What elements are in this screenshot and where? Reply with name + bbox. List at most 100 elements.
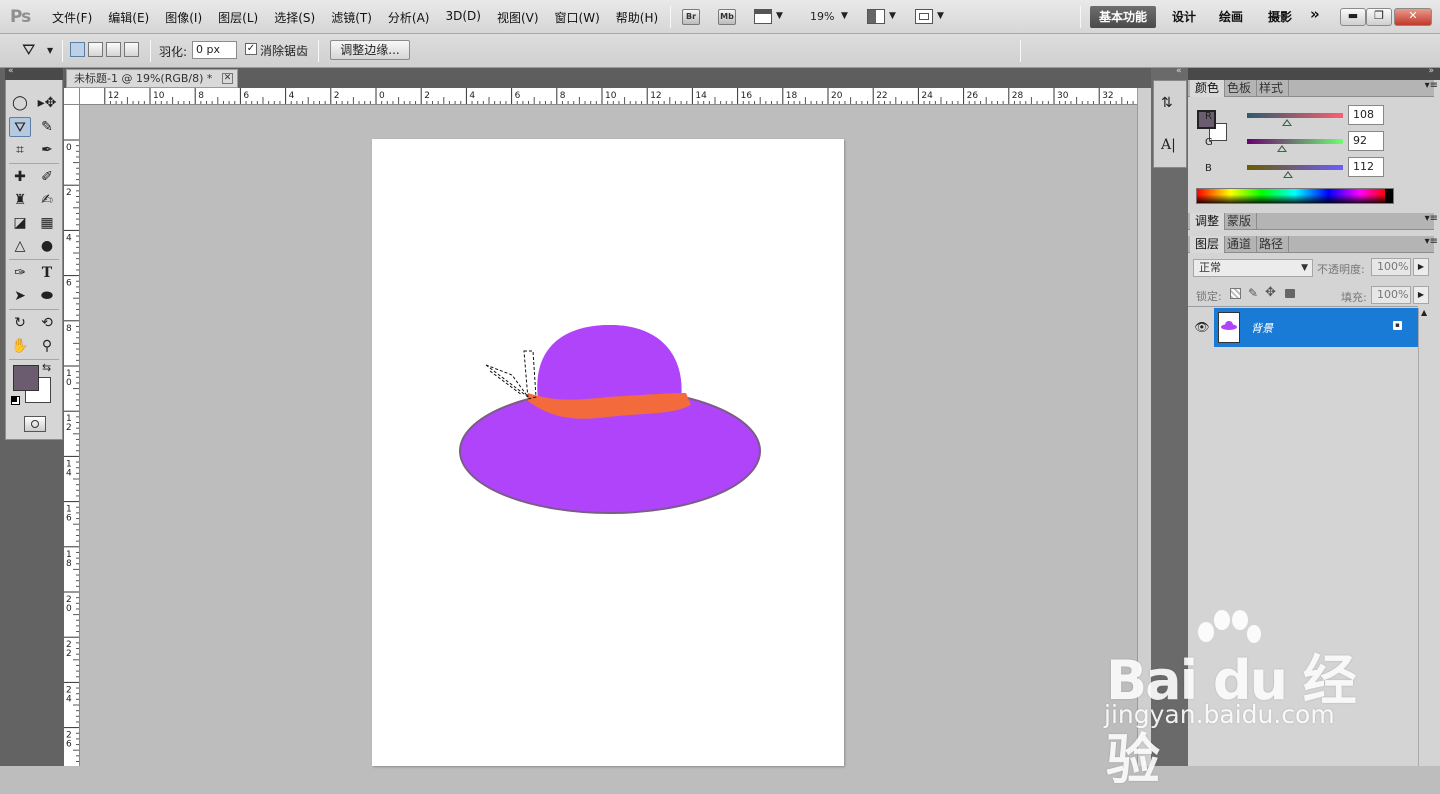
lock-transparency-icon[interactable] bbox=[1230, 288, 1241, 299]
opacity-input[interactable]: 100% bbox=[1371, 258, 1411, 276]
quick-mask-icon[interactable] bbox=[24, 416, 46, 432]
brush-tool-icon[interactable]: ✐ bbox=[36, 167, 58, 187]
polygonal-lasso-icon[interactable]: ⛛ bbox=[22, 40, 35, 60]
feather-input[interactable]: 0 px bbox=[192, 41, 237, 59]
horizontal-ruler[interactable]: 12 10 8 6 4 2 0 2 4 6 8 10 12 14 16 18 20 22 24 26 28 30 32 bbox=[80, 88, 1137, 105]
panels-header[interactable]: » bbox=[1188, 66, 1440, 80]
red-slider[interactable] bbox=[1247, 113, 1343, 118]
tab-channels[interactable]: 通道 bbox=[1222, 236, 1258, 253]
vertical-ruler[interactable]: 02468101214161820222426 bbox=[64, 105, 80, 766]
minimize-icon[interactable]: ▬ bbox=[1340, 8, 1366, 26]
close-icon[interactable]: ✕ bbox=[1394, 8, 1432, 26]
layer-row-background[interactable] bbox=[1214, 308, 1418, 347]
chevron-down-icon[interactable]: ▼ bbox=[47, 46, 53, 55]
antialias-checkbox[interactable]: ✓ bbox=[245, 43, 257, 55]
hand-tool-icon[interactable]: ✋ bbox=[9, 336, 31, 356]
blue-slider[interactable] bbox=[1247, 165, 1343, 170]
collapse-icon[interactable]: « bbox=[8, 66, 14, 76]
history-brush-icon[interactable]: ✍ bbox=[36, 190, 58, 210]
marquee-tool-icon[interactable]: ◯ bbox=[9, 93, 31, 113]
workspace-photography[interactable]: 摄影 bbox=[1268, 8, 1292, 25]
path-select-icon[interactable]: ➤ bbox=[9, 286, 31, 306]
lasso-tool-icon[interactable]: ⛛ bbox=[9, 117, 31, 137]
zoom-level[interactable]: 19% bbox=[810, 10, 834, 23]
arrange-documents-icon[interactable] bbox=[867, 9, 885, 24]
tab-adjustments[interactable]: 调整 bbox=[1190, 213, 1226, 230]
ellipse-shape-icon[interactable]: ⬬ bbox=[36, 286, 58, 306]
panel-menu-icon[interactable]: ▾≡ bbox=[1425, 213, 1438, 224]
collapse-icon[interactable]: « bbox=[1176, 66, 1182, 76]
ruler-origin[interactable] bbox=[64, 88, 80, 105]
crop-tool-icon[interactable]: ⌗ bbox=[9, 140, 31, 160]
blend-mode-select[interactable]: 正常 ▼ bbox=[1193, 259, 1313, 277]
chevron-down-icon[interactable]: ▼ bbox=[889, 11, 896, 21]
subtract-selection-icon[interactable] bbox=[106, 42, 121, 57]
move-tool-icon[interactable]: ▸✥ bbox=[36, 93, 58, 113]
menu-file[interactable]: 文件(F) bbox=[52, 9, 92, 26]
restore-icon[interactable]: ❐ bbox=[1366, 8, 1392, 26]
chevron-down-icon[interactable]: ▼ bbox=[841, 11, 848, 21]
scroll-up-icon[interactable]: ▲ bbox=[1421, 308, 1427, 317]
fill-input[interactable]: 100% bbox=[1371, 286, 1411, 304]
green-slider-thumb[interactable] bbox=[1277, 145, 1287, 152]
lock-position-icon[interactable]: ✥ bbox=[1265, 285, 1276, 300]
toolbox-header[interactable]: « bbox=[5, 66, 63, 80]
tab-swatches[interactable]: 色板 bbox=[1222, 80, 1258, 97]
menu-help[interactable]: 帮助(H) bbox=[616, 9, 658, 26]
more-workspaces-icon[interactable]: » bbox=[1310, 5, 1320, 23]
history-panel-icon[interactable]: ⇅ bbox=[1161, 95, 1173, 111]
tab-color[interactable]: 颜色 bbox=[1190, 80, 1226, 97]
red-value-input[interactable]: 108 bbox=[1348, 105, 1384, 125]
pen-tool-icon[interactable]: ✑ bbox=[9, 263, 31, 283]
menu-analysis[interactable]: 分析(A) bbox=[388, 9, 430, 26]
menu-image[interactable]: 图像(I) bbox=[165, 9, 202, 26]
panel-menu-icon[interactable]: ▾≡ bbox=[1425, 236, 1438, 247]
menu-edit[interactable]: 编辑(E) bbox=[108, 9, 149, 26]
add-selection-icon[interactable] bbox=[88, 42, 103, 57]
mini-bridge-button[interactable]: Mb bbox=[718, 9, 736, 25]
lock-pixels-icon[interactable]: ✎ bbox=[1248, 286, 1258, 300]
layer-name[interactable]: 背景 bbox=[1251, 320, 1273, 336]
3d-orbit-icon[interactable]: ⟲ bbox=[36, 313, 58, 333]
menu-select[interactable]: 选择(S) bbox=[274, 9, 315, 26]
menu-view[interactable]: 视图(V) bbox=[497, 9, 539, 26]
tab-paths[interactable]: 路径 bbox=[1254, 236, 1290, 253]
bridge-button[interactable]: Br bbox=[682, 9, 700, 25]
intersect-selection-icon[interactable] bbox=[124, 42, 139, 57]
opacity-arrow-icon[interactable]: ▶ bbox=[1413, 258, 1429, 276]
menu-3d[interactable]: 3D(D) bbox=[445, 9, 480, 26]
refine-edge-button[interactable]: 调整边缘... bbox=[330, 40, 410, 60]
3d-rotate-icon[interactable]: ↻ bbox=[9, 313, 31, 333]
green-slider[interactable] bbox=[1247, 139, 1343, 144]
workspace-essentials[interactable]: 基本功能 bbox=[1090, 6, 1156, 28]
fill-arrow-icon[interactable]: ▶ bbox=[1413, 286, 1429, 304]
tab-masks[interactable]: 蒙版 bbox=[1222, 213, 1258, 230]
type-tool-icon[interactable]: T bbox=[36, 263, 58, 283]
red-slider-thumb[interactable] bbox=[1282, 119, 1292, 126]
healing-brush-icon[interactable]: ✚ bbox=[9, 167, 31, 187]
blue-slider-thumb[interactable] bbox=[1283, 171, 1293, 178]
workspace-painting[interactable]: 绘画 bbox=[1219, 8, 1243, 25]
close-icon[interactable]: ✕ bbox=[222, 73, 233, 84]
quick-select-tool-icon[interactable]: ✎ bbox=[36, 117, 58, 137]
document-canvas[interactable] bbox=[372, 139, 844, 766]
workspace-design[interactable]: 设计 bbox=[1172, 8, 1196, 25]
gradient-tool-icon[interactable]: ▦ bbox=[36, 213, 58, 233]
zoom-tool-icon[interactable]: ⚲ bbox=[36, 336, 58, 356]
layer-visibility-eye-icon[interactable]: 👁 bbox=[1191, 308, 1213, 347]
character-panel-icon[interactable]: A| bbox=[1161, 137, 1176, 153]
panel-menu-icon[interactable]: ▾≡ bbox=[1425, 80, 1438, 91]
document-tab[interactable]: 未标题-1 @ 19%(RGB/8) * ✕ bbox=[66, 69, 238, 88]
layers-scrollbar[interactable]: ▲ bbox=[1418, 308, 1432, 766]
screen-mode-icon[interactable] bbox=[915, 9, 933, 24]
expand-icon[interactable]: » bbox=[1428, 66, 1434, 76]
default-colors-icon[interactable] bbox=[11, 396, 20, 405]
tab-styles[interactable]: 样式 bbox=[1254, 80, 1290, 97]
view-extras-icon[interactable] bbox=[754, 9, 772, 24]
color-spectrum-bar[interactable] bbox=[1196, 188, 1394, 204]
tab-layers[interactable]: 图层 bbox=[1190, 236, 1226, 253]
green-value-input[interactable]: 92 bbox=[1348, 131, 1384, 151]
swap-colors-icon[interactable]: ⇆ bbox=[42, 361, 51, 374]
blue-value-input[interactable]: 112 bbox=[1348, 157, 1384, 177]
blur-tool-icon[interactable]: △ bbox=[9, 236, 31, 256]
